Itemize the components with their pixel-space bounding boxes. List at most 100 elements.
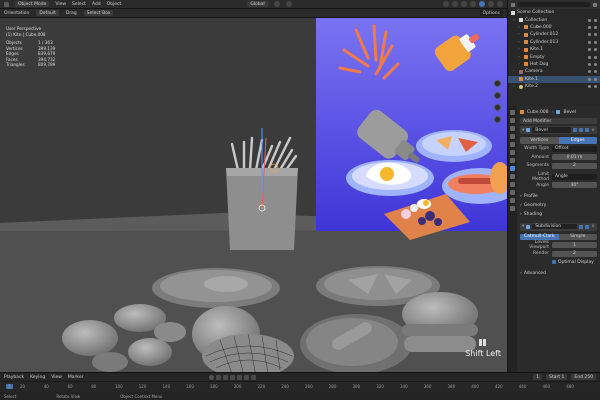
- outliner-item[interactable]: › Empty: [508, 53, 600, 60]
- profile-section[interactable]: › Profile: [520, 193, 597, 200]
- outliner-item[interactable]: › Hot Dog: [508, 61, 600, 68]
- expand-arrow-icon[interactable]: ›: [518, 47, 522, 52]
- eye-icon[interactable]: [588, 85, 591, 89]
- expand-arrow-icon[interactable]: ›: [513, 77, 517, 82]
- eye-icon[interactable]: [588, 48, 591, 52]
- visibility-toggles[interactable]: [588, 62, 600, 66]
- expand-arrow-icon[interactable]: ›: [513, 84, 517, 89]
- geometry-section[interactable]: › Geometry: [520, 202, 597, 209]
- menu-add[interactable]: Add: [92, 2, 101, 7]
- physics-tab-icon[interactable]: [510, 182, 515, 187]
- expand-arrow-icon[interactable]: ›: [518, 62, 522, 67]
- jump-end-icon[interactable]: [251, 374, 257, 380]
- editor-type-button[interactable]: [4, 1, 9, 7]
- camera-render-icon[interactable]: [594, 70, 597, 74]
- menu-object[interactable]: Object: [107, 2, 122, 7]
- expand-arrow-icon[interactable]: ›: [518, 25, 522, 30]
- visibility-toggles[interactable]: [588, 25, 600, 29]
- limit-method-dropdown[interactable]: Angle: [552, 173, 597, 180]
- pan-hand-icon[interactable]: [494, 92, 501, 99]
- width-type-dropdown[interactable]: Offset: [552, 145, 597, 152]
- render-toggle-icon[interactable]: [585, 224, 590, 229]
- collapse-arrow-icon[interactable]: ▾: [522, 128, 524, 133]
- render-tab-icon[interactable]: [510, 118, 515, 123]
- visibility-toggles[interactable]: [588, 33, 600, 37]
- realtime-toggle-icon[interactable]: [579, 224, 584, 229]
- bevel-name-field[interactable]: Bevel: [532, 127, 572, 133]
- zoom-icon[interactable]: [494, 80, 501, 87]
- render-toggle-icon[interactable]: [585, 128, 590, 132]
- next-key-icon[interactable]: [244, 374, 250, 380]
- close-icon[interactable]: ×: [591, 224, 595, 229]
- bevel-modifier-header[interactable]: ▾ Bevel ×: [520, 126, 597, 134]
- optimal-display-checkbox[interactable]: Optimal Display: [552, 260, 594, 265]
- timeline-menu-playback[interactable]: Playback: [4, 375, 24, 380]
- levels-viewport-field[interactable]: 1: [552, 242, 597, 248]
- tool-tab-icon[interactable]: [510, 110, 515, 115]
- bevel-tab-vertices[interactable]: Vertices: [520, 137, 559, 144]
- visibility-toggles[interactable]: [588, 55, 600, 59]
- visibility-toggles[interactable]: [588, 85, 600, 89]
- object-tab-icon[interactable]: [510, 158, 515, 163]
- eye-icon[interactable]: [588, 55, 591, 59]
- amount-field[interactable]: 0.01 m: [552, 154, 597, 160]
- realtime-toggle-icon[interactable]: [579, 128, 584, 132]
- orientation-dropdown[interactable]: Default: [36, 10, 59, 16]
- visibility-toggles[interactable]: [588, 48, 600, 52]
- world-tab-icon[interactable]: [510, 150, 515, 155]
- eye-icon[interactable]: [588, 70, 591, 74]
- scene-tab-icon[interactable]: [510, 142, 515, 147]
- render-levels-field[interactable]: 2: [552, 250, 597, 257]
- camera-render-icon[interactable]: [594, 18, 597, 22]
- constraints-tab-icon[interactable]: [510, 190, 515, 195]
- jump-start-icon[interactable]: [216, 374, 222, 380]
- transform-orientation-dropdown[interactable]: Global: [247, 1, 268, 7]
- camera-view-icon[interactable]: [494, 104, 501, 111]
- filter-icon[interactable]: [593, 2, 597, 7]
- outliner-editor-icon[interactable]: [511, 2, 515, 7]
- burger-object[interactable]: [402, 292, 478, 352]
- grid-view-icon[interactable]: [494, 116, 501, 123]
- modifier-tab-icon[interactable]: [510, 166, 515, 171]
- solid-shading-icon[interactable]: [479, 1, 485, 7]
- menu-view[interactable]: View: [55, 2, 66, 7]
- outliner-item[interactable]: › Collection: [508, 16, 600, 23]
- eye-icon[interactable]: [588, 40, 591, 44]
- hotdog-plate-object[interactable]: [300, 314, 412, 372]
- visibility-toggles[interactable]: [588, 40, 600, 44]
- overlay-icon[interactable]: [461, 1, 467, 7]
- outliner-item[interactable]: › Cylinder.012: [508, 31, 600, 38]
- egg-plate-object[interactable]: [152, 268, 280, 308]
- end-frame-field[interactable]: End 250: [571, 374, 596, 380]
- prev-key-icon[interactable]: [223, 374, 229, 380]
- timeline-menu-marker[interactable]: Marker: [68, 375, 84, 380]
- visibility-toggles[interactable]: [588, 77, 600, 81]
- proportional-edit-icon[interactable]: [285, 1, 292, 7]
- camera-render-icon[interactable]: [594, 40, 597, 44]
- eye-icon[interactable]: [588, 33, 591, 37]
- menu-select[interactable]: Select: [72, 2, 86, 7]
- current-frame-field[interactable]: 1: [533, 374, 543, 380]
- expand-arrow-icon[interactable]: ›: [518, 32, 522, 37]
- expand-arrow-icon[interactable]: ›: [518, 55, 522, 60]
- outliner-item[interactable]: › Cylinder.013: [508, 39, 600, 46]
- camera-render-icon[interactable]: [594, 77, 597, 81]
- expand-arrow-icon[interactable]: ›: [518, 40, 522, 45]
- bevel-tab-edges[interactable]: Edges: [558, 137, 597, 144]
- mode-dropdown[interactable]: Object Mode: [15, 1, 50, 7]
- outliner-item[interactable]: › Kite.2: [508, 83, 600, 90]
- eye-icon[interactable]: [588, 77, 591, 81]
- camera-render-icon[interactable]: [594, 85, 597, 89]
- xray-icon[interactable]: [470, 1, 476, 7]
- visibility-icon[interactable]: [443, 1, 449, 7]
- subdivision-modifier-header[interactable]: ▾ Subdivision ×: [520, 222, 597, 231]
- edit-mode-toggle-icon[interactable]: [573, 128, 578, 132]
- visibility-toggles[interactable]: [588, 18, 600, 22]
- drag-dropdown[interactable]: Select Box: [83, 10, 114, 16]
- shading-section[interactable]: › Shading: [520, 211, 597, 218]
- outliner-search-input[interactable]: [518, 2, 590, 7]
- outliner-item-scene-collection[interactable]: Scene Collection: [508, 9, 600, 16]
- timeline-menu-keying[interactable]: Keying: [30, 375, 45, 380]
- add-modifier-button[interactable]: Add Modifier: [520, 118, 597, 124]
- visibility-toggles[interactable]: [588, 70, 600, 74]
